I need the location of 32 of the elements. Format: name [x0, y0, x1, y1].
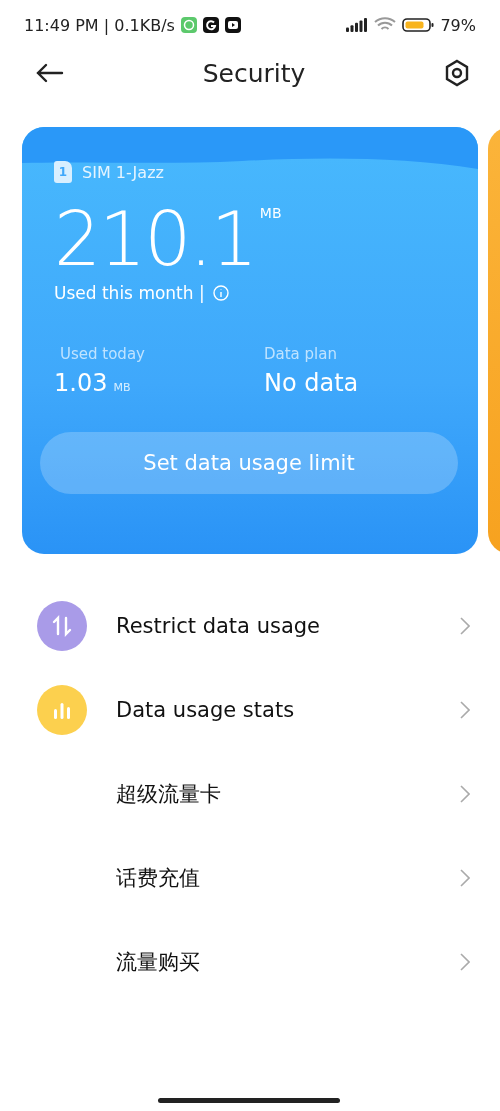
back-icon[interactable]	[36, 63, 64, 83]
stat-label: Data plan	[264, 345, 338, 363]
stat-value: 1.03	[54, 369, 108, 397]
chevron-icon	[460, 953, 470, 971]
signal-icon	[346, 18, 369, 32]
battery-percent: 79%	[440, 15, 476, 35]
play-icon	[224, 17, 241, 33]
chevron-icon	[460, 617, 470, 635]
usage-amount: 210.1	[54, 197, 256, 281]
stat-label: Used today	[59, 345, 146, 363]
menu-item[interactable]: Data usage stats	[0, 668, 500, 752]
chevron-icon	[460, 701, 470, 719]
g-icon	[202, 17, 219, 33]
bar-chart-icon	[52, 701, 72, 719]
chat-icon	[180, 17, 197, 33]
stat-value: No data	[264, 369, 360, 397]
chevron-icon	[460, 785, 470, 803]
page-title: Security	[201, 58, 307, 88]
menu-item[interactable]: 话费充值	[0, 836, 500, 920]
settings-icon[interactable]	[444, 59, 470, 87]
status-time: 11:49 PM | 0.1KB/s	[24, 15, 175, 35]
menu-item[interactable]: 超级流量卡	[0, 752, 500, 836]
usage-label: Used this month |	[54, 283, 205, 303]
chevron-icon	[460, 869, 470, 887]
stat-unit: MB	[113, 381, 131, 394]
sim-icon: 1	[54, 161, 72, 183]
usage-unit: MB	[259, 205, 282, 221]
menu-item[interactable]: Restrict data usage	[0, 584, 500, 668]
battery-icon	[402, 17, 435, 33]
sim-name: SIM 1-Jazz	[82, 162, 164, 182]
arrows-icon	[51, 615, 73, 637]
menu-item[interactable]: 流量购买	[0, 920, 500, 1004]
